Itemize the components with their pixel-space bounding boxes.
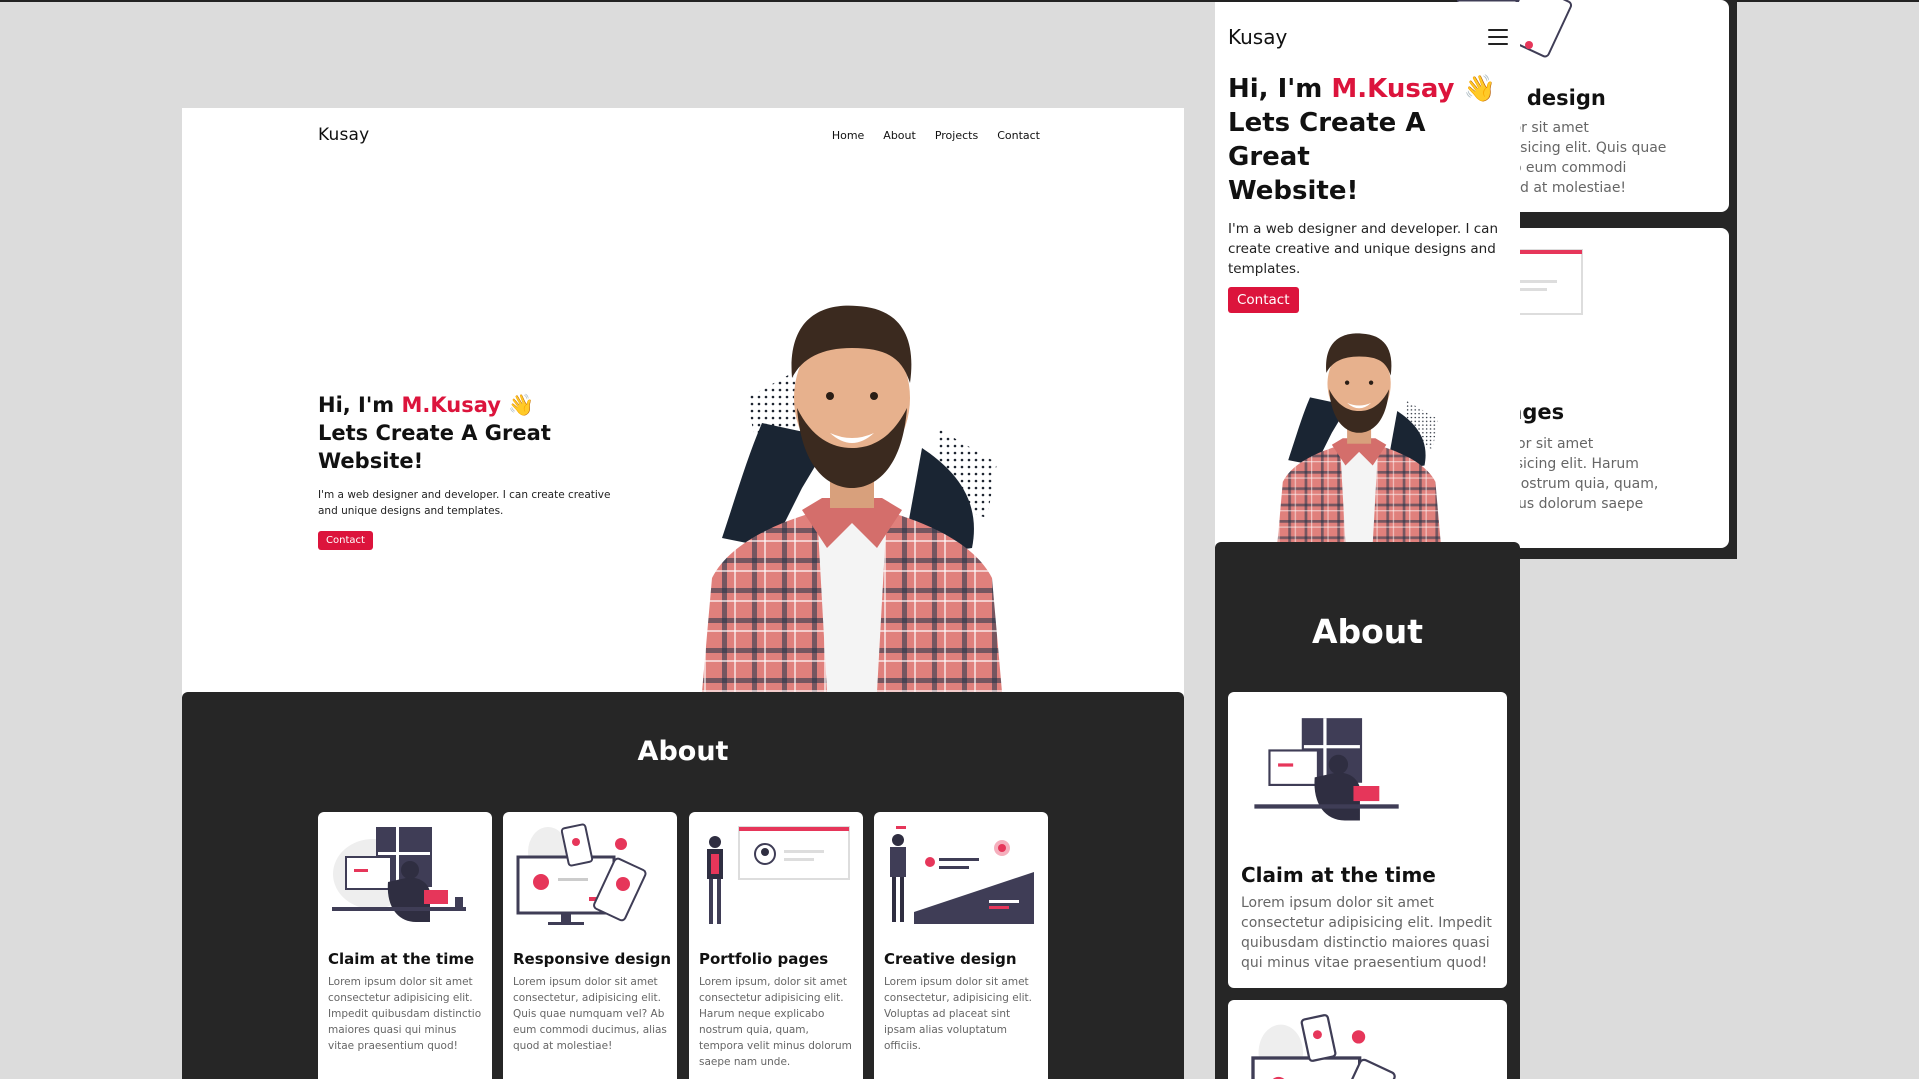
nav-link-projects[interactable]: Projects [935,129,978,142]
devices-illustration [516,823,647,925]
site-logo[interactable]: Kusay [1228,25,1287,49]
hero-line3: Website! [318,449,424,473]
desktop-preview: Kusay Home About Projects Contact Hi, I'… [182,108,1184,1079]
hero-line3: Website! [1228,176,1359,206]
desk-illustration [1254,718,1399,821]
devices-illustration [1251,1014,1396,1079]
wave-icon: 👋 [508,393,535,417]
hero-heading: Hi, I'm M.Kusay 👋 Lets Create A Great We… [318,391,628,475]
nav-link-about[interactable]: About [883,129,916,142]
hamburger-menu-icon[interactable] [1488,29,1508,45]
nav-links: Home About Projects Contact [832,129,1040,142]
about-card-responsive [1228,1000,1507,1079]
card-title: Portfolio pages [699,950,829,968]
hero-name: M.Kusay [401,393,501,417]
navbar: Kusay Home About Projects Contact [318,122,1040,148]
about-title: About [637,736,729,767]
hero-name: M.Kusay [1331,74,1455,104]
card-title: Claim at the time [1241,863,1436,887]
hero-heading: Hi, I'm M.Kusay 👋 Lets Create A Great We… [1228,72,1513,208]
hero-greeting: Hi, I'm [1228,74,1332,104]
about-section: About Claim at the time Lorem ipsum dolo… [182,692,1184,1079]
desk-illustration [332,827,466,922]
card-title: Responsive design [513,950,672,968]
about-section: About Claim at the time Lorem ipsum dolo… [1215,542,1520,1079]
card-text: Lorem ipsum dolor sit amet consectetur, … [884,976,1032,1052]
hero-photo [702,305,1002,692]
site-logo[interactable]: Kusay [318,125,369,145]
hero-text: Hi, I'm M.Kusay 👋 Lets Create A Great We… [318,391,628,550]
nav-link-contact[interactable]: Contact [997,129,1040,142]
wave-icon: 👋 [1463,74,1496,104]
creative-illustration [890,826,1034,924]
hero-text: Hi, I'm M.Kusay 👋 Lets Create A Great We… [1228,72,1513,313]
about-card-portfolio: Portfolio pages Lorem ipsum, dolor sit a… [689,812,863,1079]
mobile-preview: Kusay Hi, I'm M.Kusay 👋 Lets Create A Gr… [1215,2,1520,1079]
card-title: Creative design [884,950,1017,968]
about-card-claim: Claim at the time Lorem ipsum dolor sit … [1228,692,1507,988]
contact-button[interactable]: Contact [318,531,373,550]
about-card-responsive: Responsive design Lorem ipsum dolor sit … [503,812,677,1079]
card-text: Lorem ipsum dolor sit amet consectetur a… [328,976,482,1052]
about-card-creative: Creative design Lorem ipsum dolor sit am… [874,812,1048,1079]
hero-greeting: Hi, I'm [318,393,402,417]
card-title: Claim at the time [328,950,475,968]
card-text: Lorem ipsum, dolor sit amet consectetur … [699,976,852,1068]
about-title: About [1311,612,1424,651]
hero-description: I'm a web designer and developer. I can … [318,489,611,517]
hero-line2: Lets Create A Great [1228,108,1426,172]
mobile-navbar: Kusay [1228,22,1508,52]
hero-description: I'm a web designer and developer. I can … [1228,221,1498,277]
hero-photo [1277,333,1441,544]
nav-link-home[interactable]: Home [832,129,864,142]
portfolio-illustration [707,826,850,924]
card-text: Lorem ipsum dolor sit amet consectetur, … [513,976,667,1052]
about-card-claim: Claim at the time Lorem ipsum dolor sit … [318,812,492,1079]
card-text: Lorem ipsum dolor sit amet consectetur a… [1241,895,1492,971]
hero-line2: Lets Create A Great [318,421,551,445]
